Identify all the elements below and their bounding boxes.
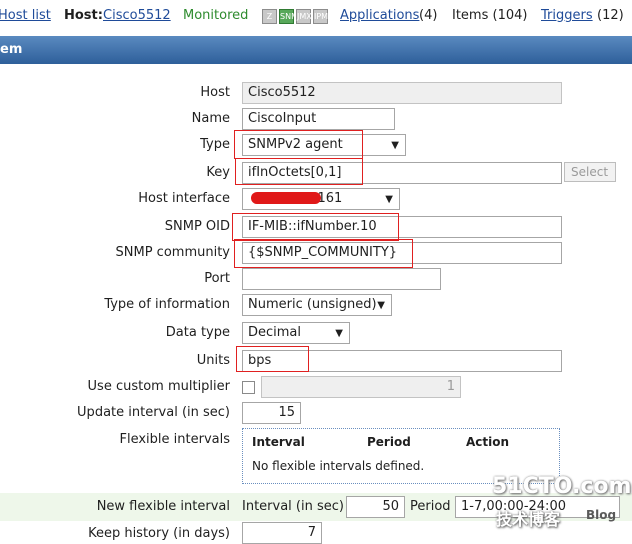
triggers-link[interactable]: Triggers [541,8,593,23]
type-of-information-select[interactable]: Numeric (unsigned) ▼ [242,294,392,316]
chevron-down-icon: ▼ [335,328,343,339]
host-field: Cisco5512 [242,82,562,104]
port-label: Port [204,271,230,286]
items-tab: Items (104) [452,8,528,23]
column-header-period: Period [367,435,411,449]
type-field-label: Type [200,137,230,152]
units-input[interactable]: bps [242,350,562,372]
name-field-label: Name [191,111,230,126]
redaction-mark [251,192,321,204]
form-title: em [0,42,23,57]
data-type-label: Data type [165,325,230,340]
update-interval-label: Update interval (in sec) [77,405,230,420]
snmp-community-label: SNMP community [115,245,230,260]
chevron-down-icon: ▼ [385,194,393,205]
custom-multiplier-checkbox[interactable] [242,381,255,394]
type-select-value: SNMPv2 agent [248,137,343,152]
applications-count: (4) [419,8,438,23]
snmp-icon: SNMP [279,9,303,24]
chevron-down-icon: ▼ [391,140,399,151]
new-flexible-interval-label: New flexible interval [96,499,230,514]
chevron-down-icon: ▼ [377,300,385,311]
snmp-oid-input[interactable]: IF-MIB::ifNumber.10 [242,216,562,238]
type-select[interactable]: SNMPv2 agent ▼ [242,134,406,156]
select-key-button[interactable]: Select [564,162,616,182]
triggers-count: (12) [597,8,624,23]
availability-icons: Z SNMPJMX IPMI [262,9,330,24]
keep-history-input[interactable]: 7 [242,522,322,544]
watermark-text: 51CTO.com [492,474,632,499]
port-input[interactable] [242,268,441,290]
column-header-interval: Interval [252,435,305,449]
watermark-blog: Blog [586,508,617,522]
host-label: Host: [64,8,103,23]
snmp-oid-label: SNMP OID [164,219,230,234]
update-interval-input[interactable]: 15 [242,402,301,424]
key-input[interactable]: ifInOctets[0,1] [242,162,562,184]
snmp-community-input[interactable]: {$SNMP_COMMUNITY} [242,242,562,264]
custom-multiplier-input: 1 [261,376,461,398]
host-status: Monitored [183,8,249,23]
key-field-label: Key [206,165,230,180]
form-title-bar: em [0,36,632,64]
name-input[interactable]: CiscoInput [242,108,395,130]
custom-multiplier-label: Use custom multiplier [87,379,230,394]
host-list-link[interactable]: Host list [0,8,51,23]
jmx-icon: JMX [296,9,312,24]
watermark-logo: 51CTO.com 技术博客 Blog [486,472,632,532]
type-of-information-value: Numeric (unsigned) [248,297,377,312]
zabbix-agent-icon: Z [262,9,277,24]
applications-link[interactable]: Applications [340,8,419,23]
column-header-action: Action [466,435,510,449]
data-type-select[interactable]: Decimal ▼ [242,322,350,344]
flexible-intervals-label: Flexible intervals [119,432,231,447]
watermark-subtext: 技术博客 [496,510,561,529]
units-label: Units [196,353,230,368]
host-field-label: Host [200,85,230,100]
new-interval-input[interactable]: 50 [346,496,405,518]
empty-intervals-message: No flexible intervals defined. [252,459,425,473]
data-type-value: Decimal [248,325,302,340]
ipmi-icon: IPMI [313,9,330,24]
period-label: Period [410,499,451,514]
top-navigation: Host list Host: Cisco5512 Monitored Z SNM… [0,0,632,34]
host-interface-label: Host interface [138,191,230,206]
type-of-information-label: Type of information [104,297,230,312]
host-name-link[interactable]: Cisco5512 [103,8,171,23]
keep-history-label: Keep history (in days) [88,526,230,541]
interval-in-sec-label: Interval (in sec) [242,499,344,514]
